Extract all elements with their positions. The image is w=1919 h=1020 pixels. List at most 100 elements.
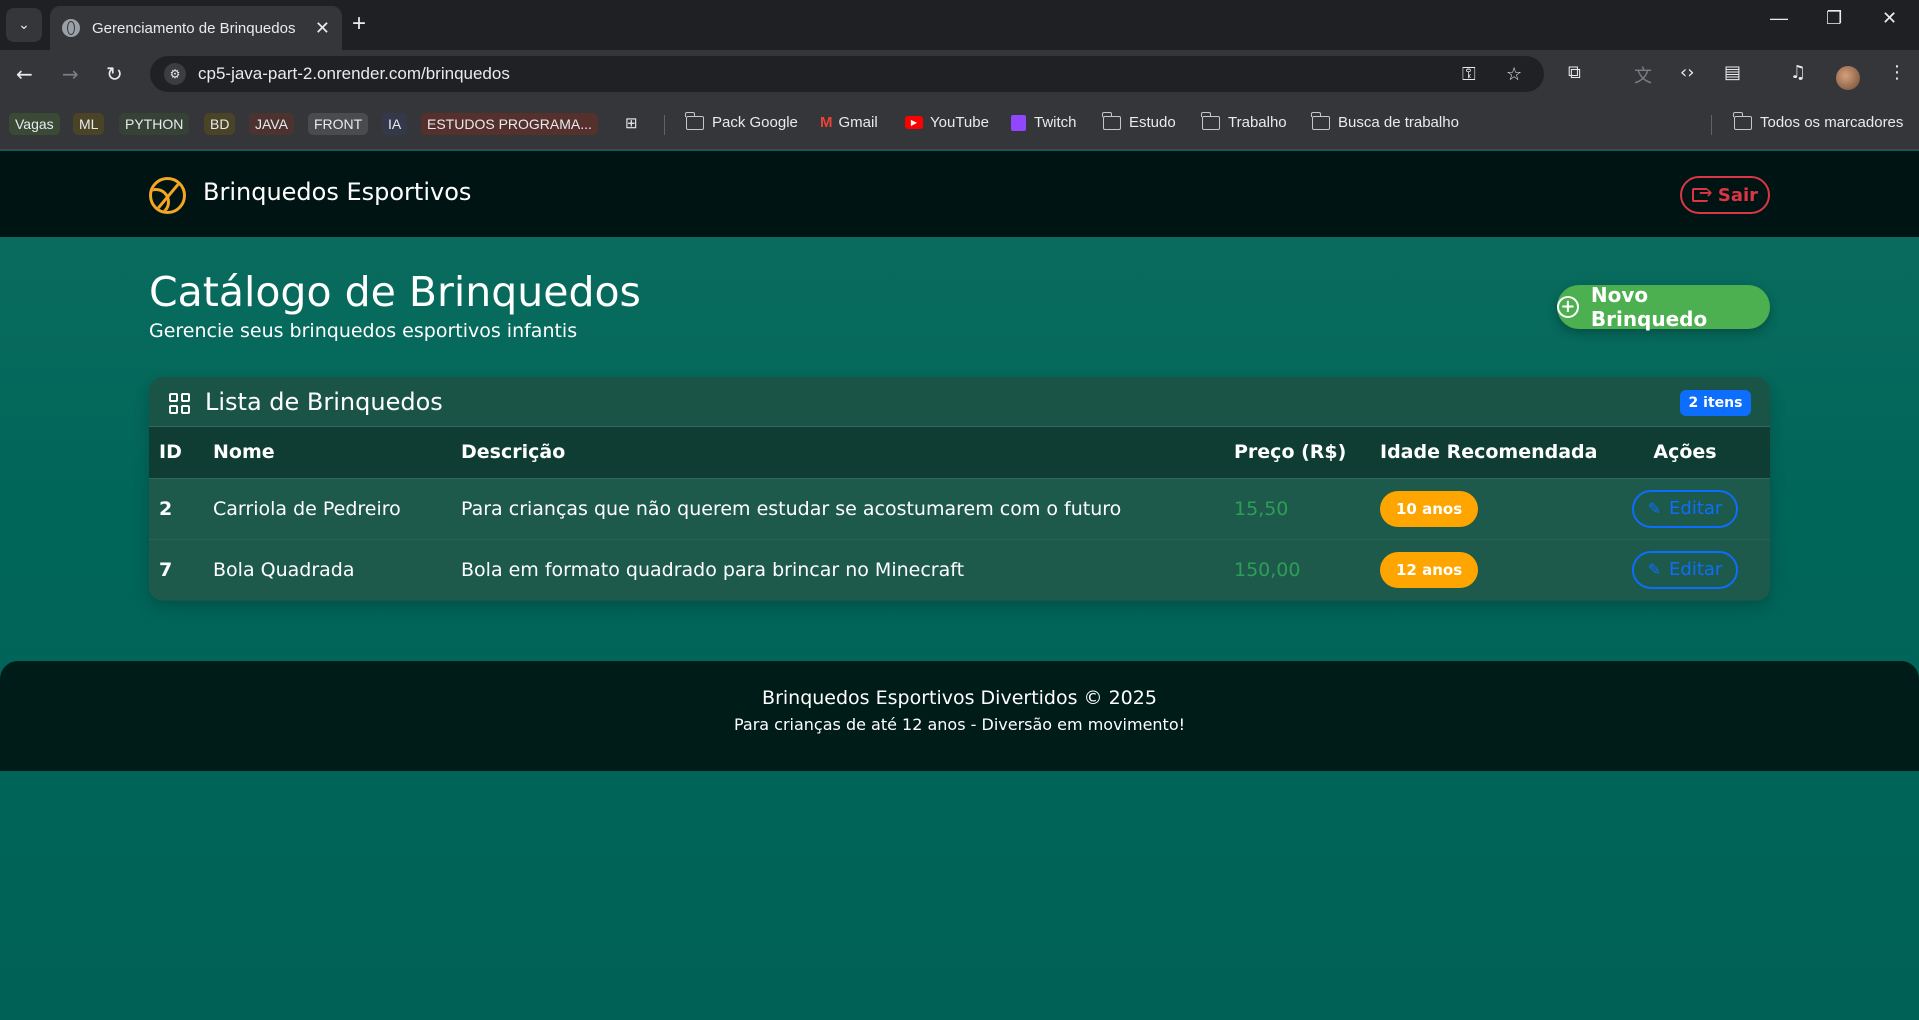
all-bookmarks[interactable]: Todos os marcadores (1733, 111, 1904, 131)
bookmark-youtube[interactable]: ▶ YouTube (905, 114, 989, 131)
bookmark-chip-java[interactable]: JAVA (249, 113, 294, 135)
page-content: Brinquedos Esportivos Sair Catálogo de B… (0, 151, 1919, 1020)
bookmark-label: Pack Google (712, 114, 798, 131)
apps-grid-icon[interactable]: ⊞ (625, 114, 638, 132)
bookmark-estudo[interactable]: Estudo (1102, 111, 1176, 131)
count-badge: 2 itens (1680, 390, 1751, 416)
bookmark-twitch[interactable]: Twitch (1011, 114, 1077, 131)
tab-search-chevron-icon[interactable]: ⌄ (6, 8, 42, 42)
pencil-icon: ✎ (1647, 499, 1662, 518)
card-header: Lista de Brinquedos 2 itens (149, 377, 1770, 427)
browser-toolbar: ← → ↻ ⚙ cp5-java-part-2.onrender.com/bri… (0, 50, 1919, 98)
restore-icon[interactable]: ❐ (1826, 8, 1842, 29)
edit-button[interactable]: ✎ Editar (1631, 489, 1739, 528)
basketball-icon (149, 177, 186, 214)
menu-kebab-icon[interactable]: ⋮ (1888, 62, 1906, 83)
translate-icon[interactable]: 文 (1634, 62, 1652, 88)
bookmark-label: Trabalho (1228, 114, 1287, 131)
bookmark-label: Twitch (1034, 114, 1077, 131)
col-age: Idade Recomendada (1370, 427, 1600, 479)
bookmark-separator (1711, 115, 1712, 135)
bookmark-chip-vagas[interactable]: Vagas (9, 113, 60, 135)
col-name: Nome (203, 427, 451, 479)
twitch-icon (1011, 114, 1026, 131)
bookmarks-bar: Vagas ML PYTHON BD JAVA FRONT IA ESTUDOS… (0, 98, 1919, 150)
bookmark-label: YouTube (930, 114, 989, 131)
profile-avatar[interactable] (1836, 66, 1860, 90)
bookmark-separator (664, 115, 665, 135)
extensions-icon[interactable]: ⧉ (1568, 62, 1581, 83)
logout-button[interactable]: Sair (1680, 176, 1770, 214)
browser-tab-active[interactable]: Gerenciamento de Brinquedos ✕ (50, 6, 342, 50)
bookmark-star-icon[interactable]: ☆ (1506, 64, 1522, 85)
table-row: 2 Carriola de Pedreiro Para crianças que… (149, 478, 1770, 540)
new-toy-button[interactable]: + Novo Brinquedo (1557, 283, 1770, 331)
new-tab-button[interactable]: + (352, 10, 366, 38)
youtube-icon: ▶ (905, 116, 923, 129)
cell-price: 150,00 (1234, 558, 1301, 581)
col-price: Preço (R$) (1224, 427, 1370, 479)
logout-label: Sair (1717, 184, 1759, 206)
folder-icon (685, 111, 704, 130)
bookmark-label: Todos os marcadores (1760, 114, 1904, 131)
new-toy-label: Novo Brinquedo (1590, 283, 1708, 331)
age-badge: 10 anos (1380, 490, 1479, 527)
back-icon[interactable]: ← (16, 62, 33, 86)
cell-description: Bola em formato quadrado para brincar no… (461, 558, 965, 581)
folder-icon (1733, 111, 1752, 130)
page-subtitle: Gerencie seus brinquedos esportivos infa… (149, 320, 578, 342)
edit-button[interactable]: ✎ Editar (1631, 550, 1739, 589)
close-window-icon[interactable]: ✕ (1882, 8, 1897, 29)
tab-title: Gerenciamento de Brinquedos (92, 19, 296, 37)
col-description: Descrição (451, 427, 1224, 479)
edit-label: Editar (1669, 498, 1723, 519)
bookmark-label: Gmail (838, 114, 878, 131)
table-row: 7 Bola Quadrada Bola em formato quadrado… (149, 539, 1770, 600)
minimize-icon[interactable]: — (1770, 8, 1788, 29)
app-navbar: Brinquedos Esportivos Sair (0, 151, 1919, 237)
folder-icon (1311, 111, 1330, 130)
browser-tabstrip: ⌄ Gerenciamento de Brinquedos ✕ + — ❐ ✕ (0, 0, 1919, 50)
password-key-icon[interactable]: ⚿ (1462, 64, 1476, 85)
site-info-icon[interactable]: ⚙ (164, 63, 186, 85)
address-bar[interactable]: ⚙ cp5-java-part-2.onrender.com/brinquedo… (150, 56, 1544, 92)
cell-description: Para crianças que não querem estudar se … (451, 478, 1224, 540)
folder-icon (1102, 111, 1121, 130)
bookmark-trabalho[interactable]: Trabalho (1201, 111, 1287, 131)
bookmark-pack-google[interactable]: Pack Google (685, 111, 798, 131)
bookmark-chip-front[interactable]: FRONT (308, 113, 369, 135)
table-header-row: ID Nome Descrição Preço (R$) Idade Recom… (149, 427, 1770, 479)
reload-icon[interactable]: ↻ (106, 62, 123, 86)
media-queue-icon[interactable]: ♫ (1790, 62, 1806, 83)
brand-name[interactable]: Brinquedos Esportivos (203, 178, 471, 206)
bookmark-chip-bd[interactable]: BD (204, 113, 236, 135)
bookmark-chip-estudos[interactable]: ESTUDOS PROGRAMA... (421, 113, 598, 135)
bookmark-busca-de-trabalho[interactable]: Busca de trabalho (1311, 111, 1459, 131)
grid-icon (169, 393, 191, 415)
bookmark-chip-ml[interactable]: ML (73, 113, 105, 135)
forward-icon[interactable]: → (62, 62, 79, 86)
toy-list-card: Lista de Brinquedos 2 itens ID Nome Desc… (149, 377, 1770, 601)
bookmark-gmail[interactable]: M Gmail (820, 114, 878, 131)
cell-age: 10 anos (1370, 478, 1600, 540)
folder-icon (1201, 111, 1220, 130)
bookmark-label: Estudo (1129, 114, 1176, 131)
url-text[interactable]: cp5-java-part-2.onrender.com/brinquedos (198, 64, 510, 84)
cell-actions: ✎ Editar (1600, 539, 1770, 600)
cell-name: Carriola de Pedreiro (203, 478, 451, 540)
devtools-code-icon[interactable]: ‹› (1680, 62, 1694, 83)
globe-icon (62, 19, 80, 37)
plus-circle-icon: + (1557, 296, 1579, 318)
col-actions: Ações (1600, 427, 1770, 479)
bookmark-chip-ia[interactable]: IA (382, 113, 408, 135)
page-title: Catálogo de Brinquedos (149, 268, 641, 316)
cell-actions: ✎ Editar (1600, 478, 1770, 540)
bookmark-chip-python[interactable]: PYTHON (119, 113, 190, 135)
side-panel-icon[interactable]: ▤ (1724, 62, 1741, 83)
cell-age: 12 anos (1370, 539, 1600, 600)
page-footer: Brinquedos Esportivos Divertidos © 2025 … (0, 661, 1919, 771)
cell-name: Bola Quadrada (213, 558, 355, 581)
tab-close-icon[interactable]: ✕ (315, 18, 330, 39)
age-badge: 12 anos (1380, 551, 1479, 588)
card-title: Lista de Brinquedos (205, 388, 443, 416)
